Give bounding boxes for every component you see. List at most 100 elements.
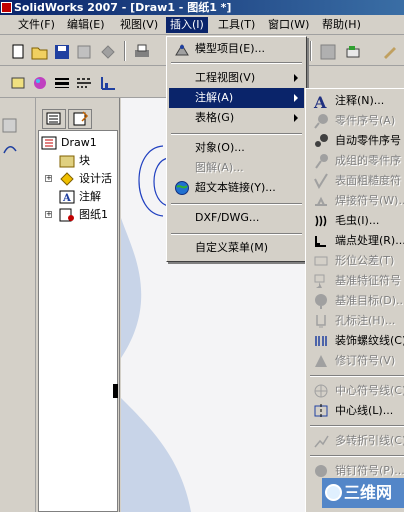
surface-finish-icon <box>314 173 328 189</box>
feature-manager-tab[interactable] <box>42 109 66 129</box>
menu-item-label: 对象(O)... <box>195 141 245 154</box>
menu-item-label: 注释(N)... <box>335 94 385 107</box>
menu-separator <box>171 203 302 205</box>
block-folder-icon <box>59 155 75 168</box>
menu-separator <box>310 375 404 377</box>
caterpillar-icon <box>315 215 327 227</box>
menu-item-caterpillar[interactable]: 毛虫(I)... <box>308 211 404 231</box>
menu-item-end-treatment[interactable]: 端点处理(R)... <box>308 231 404 251</box>
menu-help[interactable]: 帮助(H) <box>318 17 365 33</box>
color-palette-icon[interactable] <box>30 73 48 91</box>
menu-item-datum-target: 基准目标(D)... <box>308 291 404 311</box>
open-folder-icon[interactable] <box>30 42 48 60</box>
menu-separator <box>171 133 302 135</box>
menu-item-label: 自动零件序号 <box>335 134 401 147</box>
menu-item-label: 表面粗糙度符 <box>335 174 401 187</box>
menu-item-label: 基准特征符号 <box>335 274 401 287</box>
menu-item-customize-menu[interactable]: 自定义菜单(M) <box>169 238 304 258</box>
expand-icon[interactable]: + <box>45 175 52 182</box>
menu-item-label: 模型项目(E)... <box>195 42 266 55</box>
tree-item-label: 设计活 <box>79 172 112 185</box>
tree-item-design-library[interactable]: + 设计活 <box>45 171 112 187</box>
auto-balloon-icon <box>315 134 328 147</box>
centerline-icon <box>314 404 328 418</box>
menu-edit[interactable]: 编辑(E) <box>63 17 109 33</box>
property-manager-tab[interactable] <box>68 109 92 129</box>
stacked-balloon-icon <box>315 154 328 169</box>
tree-item-label: 注解 <box>79 190 101 203</box>
datum-feature-icon <box>314 274 325 288</box>
insert-menu: 模型项目(E)... 工程视图(V) 注解(A) 表格(G) 对象(O)... … <box>166 36 307 262</box>
chart-icon[interactable] <box>98 73 116 91</box>
menu-item-annotations[interactable]: 注解(A) <box>169 88 304 108</box>
center-mark-icon <box>314 384 328 398</box>
relations-icon[interactable] <box>344 42 362 60</box>
menu-item-note[interactable]: A 注释(N)... <box>308 91 404 111</box>
note-icon: A <box>313 93 327 109</box>
menu-tools[interactable]: 工具(T) <box>214 17 259 33</box>
menu-item-drawing-view[interactable]: 工程视图(V) <box>169 68 304 88</box>
menu-item-label: 超文本链接(Y)... <box>195 181 276 194</box>
splitter-handle[interactable] <box>113 384 118 398</box>
menu-item-object[interactable]: 对象(O)... <box>169 138 304 158</box>
expand-icon[interactable]: + <box>45 211 52 218</box>
tree-root-label: Draw1 <box>61 136 97 149</box>
tree-item-annotations[interactable]: A 注解 <box>59 189 101 205</box>
line-weight-icon[interactable] <box>52 73 70 91</box>
end-treatment-icon <box>315 236 326 247</box>
save-icon[interactable] <box>52 42 70 60</box>
watermark: 三维网 <box>322 478 404 508</box>
revision-symbol-icon <box>315 355 327 367</box>
menu-item-cosmetic-thread[interactable]: 装饰螺纹线(C) <box>308 331 404 351</box>
submenu-arrow-icon <box>294 74 298 82</box>
menu-item-dxf-dwg[interactable]: DXF/DWG... <box>169 208 304 228</box>
submenu-arrow-icon <box>294 94 298 102</box>
menu-view[interactable]: 视图(V) <box>116 17 162 33</box>
menu-item-label: 装饰螺纹线(C) <box>335 334 404 347</box>
geometric-tolerance-icon <box>314 256 328 266</box>
dowel-pin-icon <box>315 465 327 477</box>
menu-item-model-items[interactable]: 模型项目(E)... <box>169 39 304 59</box>
menu-item-auto-balloon[interactable]: 自动零件序号 <box>308 131 404 151</box>
menu-item-tables[interactable]: 表格(G) <box>169 108 304 128</box>
menu-insert[interactable]: 插入(I) <box>166 17 208 33</box>
menu-window[interactable]: 窗口(W) <box>264 17 313 33</box>
menu-item-centerline[interactable]: 中心线(L)... <box>308 401 404 421</box>
grid-icon[interactable] <box>318 42 336 60</box>
print-icon[interactable] <box>132 42 150 60</box>
sketch-icon[interactable] <box>380 42 398 60</box>
sketch-tool-icon[interactable] <box>0 138 18 156</box>
tree-item-sheet1[interactable]: + 图纸1 <box>45 207 108 223</box>
menu-item-label: 形位公差(T) <box>335 254 395 267</box>
options-icon[interactable] <box>98 42 116 60</box>
print-preview-icon[interactable] <box>74 42 92 60</box>
line-style-icon[interactable] <box>74 73 92 91</box>
3d-view-icon[interactable] <box>8 73 26 91</box>
svg-text:A: A <box>62 193 71 204</box>
menu-item-label: 毛虫(I)... <box>335 214 380 227</box>
title-bar: SolidWorks 2007 - [Draw1 - 图纸1 *] <box>0 0 404 15</box>
menu-file[interactable]: 文件(F) <box>14 17 59 33</box>
tree-item-label: 图纸1 <box>79 208 108 221</box>
menu-item-label: 注解(A) <box>195 91 234 104</box>
design-library-icon <box>60 172 74 186</box>
feature-tree: Draw1 块 + 设计活 A 注解 + 图纸1 <box>38 130 118 512</box>
menu-item-balloon: 零件序号(A) <box>308 111 404 131</box>
svg-text:A: A <box>313 93 327 109</box>
menu-item-hole-callout: 孔标注(H)... <box>308 311 404 331</box>
menu-item-label: 修订符号(V) <box>335 354 396 367</box>
annotations-submenu: A 注释(N)... 零件序号(A) 自动零件序号 成组的零件序 表面粗糙度符 … <box>305 88 404 512</box>
menu-item-label: 表格(G) <box>195 111 235 124</box>
hole-callout-icon <box>316 315 326 328</box>
watermark-text: 三维网 <box>344 483 393 502</box>
balloon-icon <box>314 114 328 129</box>
menu-item-surface-finish: 表面粗糙度符 <box>308 171 404 191</box>
menu-item-hyperlink[interactable]: 超文本链接(Y)... <box>169 178 304 198</box>
menu-item-multi-jog-leader: 多转折引线(C) <box>308 431 404 451</box>
smart-dimension-icon[interactable] <box>0 116 18 134</box>
tree-item-blocks[interactable]: 块 <box>59 153 90 169</box>
new-file-icon[interactable] <box>8 42 26 60</box>
menu-item-revision-symbol: 修订符号(V) <box>308 351 404 371</box>
menu-item-picture: 图解(A)... <box>169 158 304 178</box>
tree-root-item[interactable]: Draw1 <box>41 135 97 151</box>
